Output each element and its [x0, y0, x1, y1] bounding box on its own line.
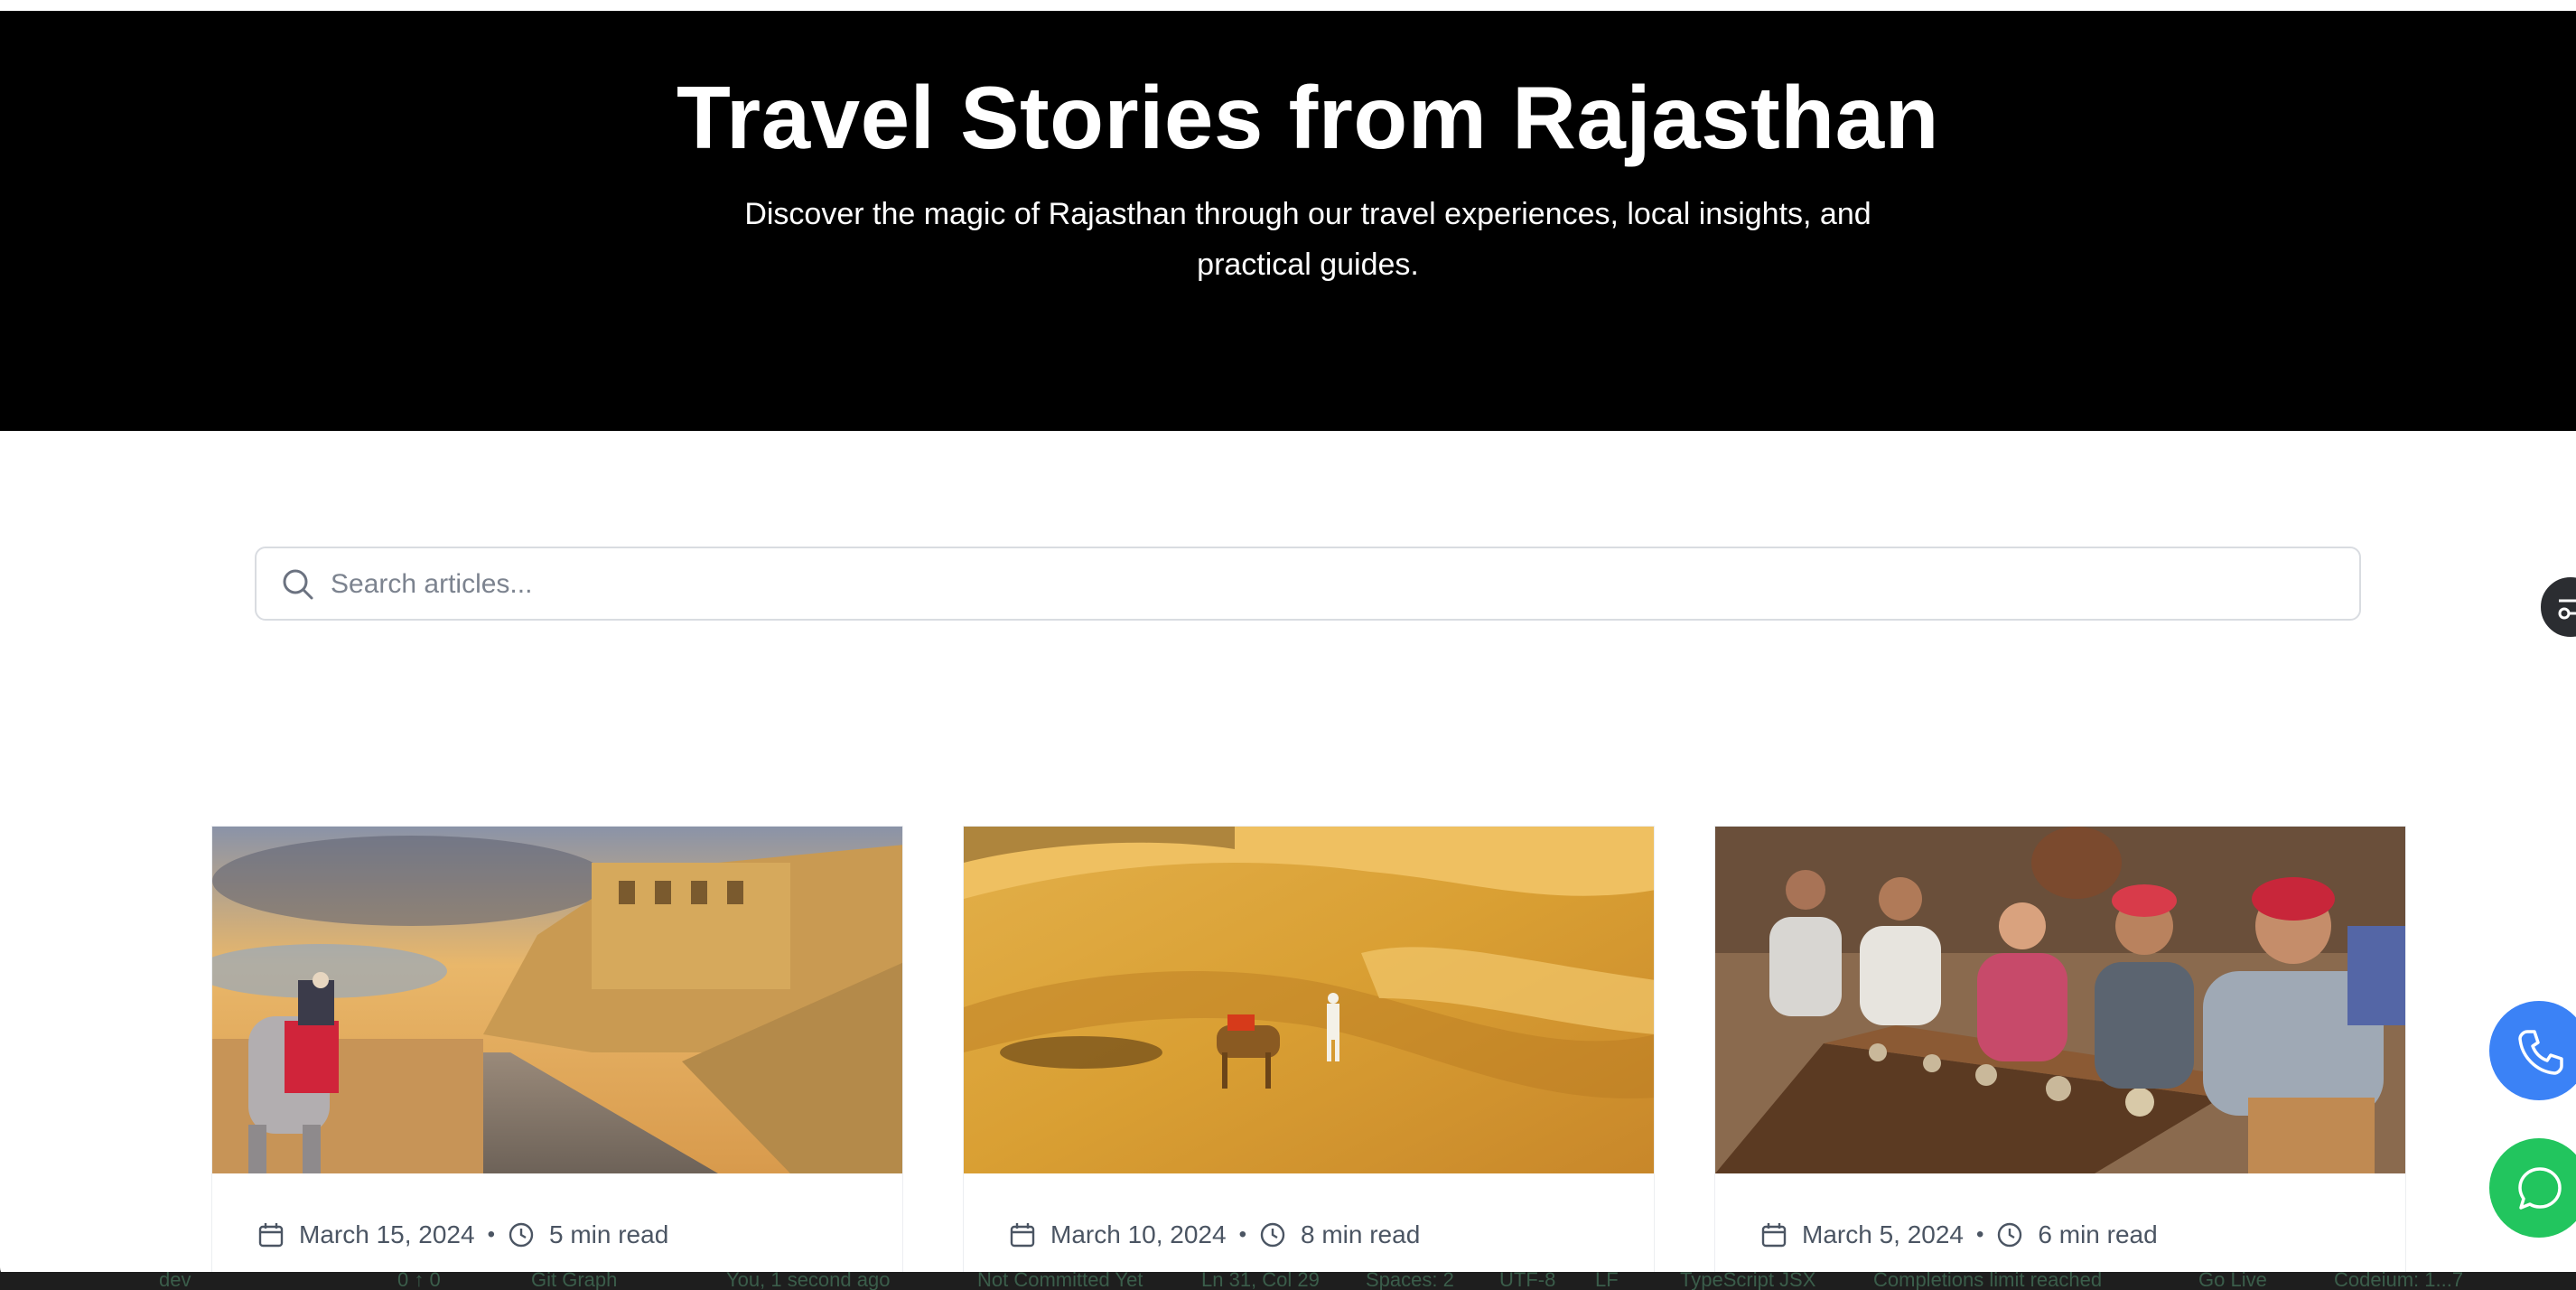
search-input[interactable]: [329, 557, 2319, 612]
chat-bubble-icon: [2518, 1167, 2562, 1210]
calendar-icon: [1010, 1223, 1035, 1248]
hero-subtitle: Discover the magic of Rajasthan through …: [714, 189, 1902, 290]
meta-separator: •: [1976, 1222, 1984, 1247]
article-meta: March 10, 2024 • 8 min read: [1009, 1217, 1420, 1253]
search-icon: [280, 566, 316, 603]
calendar-icon: [258, 1223, 284, 1248]
status-item[interactable]: dev: [159, 1272, 191, 1290]
chat-button[interactable]: [2489, 1138, 2576, 1238]
status-item[interactable]: Git Graph: [531, 1272, 617, 1290]
clock-icon: [1260, 1222, 1285, 1248]
page-viewport: Travel Stories from Rajasthan Discover t…: [0, 11, 2576, 1280]
status-item[interactable]: Not Committed Yet: [977, 1272, 1143, 1290]
search-bar[interactable]: [255, 547, 2361, 621]
fort-elephant-photo: [212, 827, 902, 1173]
phone-call-button[interactable]: [2489, 1001, 2576, 1100]
status-item[interactable]: Go Live: [2198, 1272, 2267, 1290]
hero-subtitle-line: practical guides.: [1197, 248, 1419, 282]
meta-separator: •: [1238, 1222, 1246, 1247]
meta-separator: •: [487, 1222, 495, 1247]
status-item[interactable]: TypeScript JSX: [1680, 1272, 1815, 1290]
desert-camel-photo: [964, 827, 1654, 1173]
status-item[interactable]: Ln 31, Col 29: [1201, 1272, 1320, 1290]
status-item[interactable]: Spaces: 2: [1366, 1272, 1454, 1290]
hero-subtitle-line: Discover the magic of Rajasthan through …: [744, 197, 1871, 231]
article-read-time: 8 min read: [1300, 1220, 1421, 1248]
sliders-icon: [2558, 599, 2576, 620]
status-item[interactable]: 0 ↑ 0: [397, 1272, 441, 1290]
article-card[interactable]: March 15, 2024 • 5 min read: [211, 826, 903, 1280]
status-item[interactable]: LF: [1595, 1272, 1619, 1290]
article-card[interactable]: March 10, 2024 • 8 min read: [963, 826, 1655, 1280]
article-read-time: 5 min read: [548, 1220, 669, 1248]
article-meta: March 5, 2024 • 6 min read: [1760, 1217, 2158, 1253]
page-title: Travel Stories from Rajasthan: [677, 68, 1939, 167]
status-item[interactable]: Codeium: 1...7: [2334, 1272, 2463, 1290]
article-card[interactable]: March 5, 2024 • 6 min read: [1714, 826, 2406, 1280]
browser-top-edge: [0, 0, 2576, 11]
article-date: March 15, 2024: [299, 1220, 475, 1248]
status-item[interactable]: You, 1 second ago: [726, 1272, 890, 1290]
hero-banner: Travel Stories from Rajasthan Discover t…: [0, 11, 2576, 431]
article-meta: March 15, 2024 • 5 min read: [257, 1217, 668, 1253]
status-item[interactable]: Completions limit reached: [1873, 1272, 2102, 1290]
clock-icon: [509, 1222, 534, 1248]
phone-icon: [2518, 1030, 2563, 1075]
clock-icon: [1998, 1222, 2022, 1248]
traditional-dining-photo: [1715, 827, 2405, 1173]
editor-status-bar: dev 0 ↑ 0 Git Graph You, 1 second ago No…: [0, 1272, 2576, 1290]
side-toggle-button[interactable]: [2538, 575, 2576, 640]
article-date: March 10, 2024: [1050, 1220, 1227, 1248]
calendar-icon: [1761, 1223, 1787, 1248]
status-item[interactable]: UTF-8: [1499, 1272, 1555, 1290]
article-date: March 5, 2024: [1802, 1220, 1964, 1248]
article-read-time: 6 min read: [2038, 1220, 2158, 1248]
